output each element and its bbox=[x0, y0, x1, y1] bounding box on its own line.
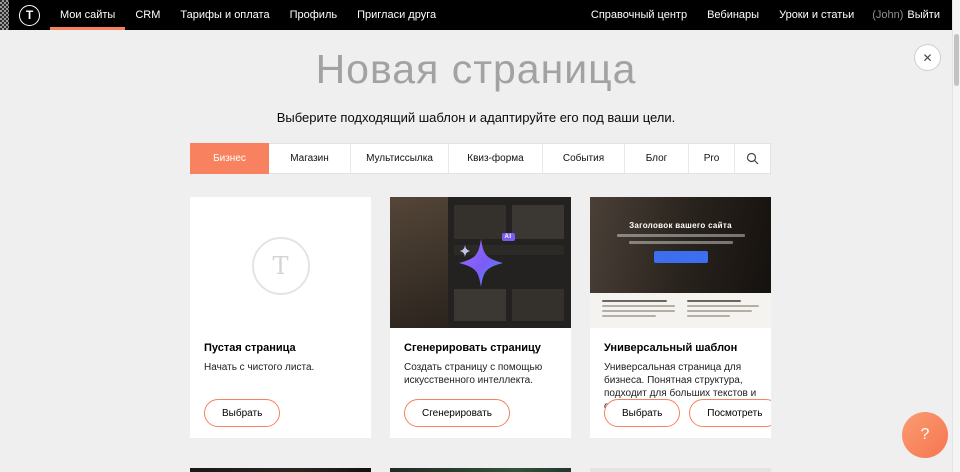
tab-blog[interactable]: Блог bbox=[625, 144, 689, 173]
select-blank-button[interactable]: Выбрать bbox=[204, 399, 280, 427]
scrollbar[interactable] bbox=[952, 0, 960, 472]
text-line bbox=[687, 305, 760, 307]
close-icon: ✕ bbox=[922, 51, 932, 65]
tab-pro[interactable]: Pro bbox=[689, 144, 735, 173]
help-button[interactable]: ? bbox=[902, 412, 948, 458]
ai-card-media: AI bbox=[390, 197, 571, 328]
text-line bbox=[602, 310, 675, 312]
nav-item-lessons[interactable]: Уроки и статьи bbox=[769, 0, 864, 30]
preview-image-block bbox=[512, 289, 564, 321]
card-description: Создать страницу с помощью искусственног… bbox=[404, 361, 557, 387]
card-actions: Сгенерировать bbox=[404, 399, 510, 427]
tab-quiz-form[interactable]: Квиз-форма bbox=[449, 144, 543, 173]
question-mark-icon: ? bbox=[921, 426, 930, 444]
tab-business[interactable]: Бизнес bbox=[190, 143, 269, 174]
template-cards-row: T Пустая страница Начать с чистого листа… bbox=[190, 197, 771, 438]
card-actions: Выбрать bbox=[204, 399, 280, 427]
ai-badge: AI bbox=[502, 233, 515, 241]
scrollbar-thumb[interactable] bbox=[954, 34, 959, 86]
card-title: Универсальный шаблон bbox=[604, 342, 757, 354]
topbar-nav-right: Справочный центр Вебинары Уроки и статьи… bbox=[581, 0, 952, 30]
template-category-tabs: Бизнес Магазин Мультиссылка Квиз-форма С… bbox=[190, 143, 771, 174]
text-line bbox=[687, 315, 731, 317]
close-button[interactable]: ✕ bbox=[914, 44, 941, 71]
text-line bbox=[602, 315, 656, 317]
text-line bbox=[687, 300, 741, 302]
nav-item-help-center[interactable]: Справочный центр bbox=[581, 0, 697, 30]
preview-image-block bbox=[454, 289, 506, 321]
nav-item-profile[interactable]: Профиль bbox=[280, 0, 348, 30]
user-box: (John) Выйти bbox=[864, 0, 948, 30]
card-description: Начать с чистого листа. bbox=[204, 361, 357, 374]
card-actions: Выбрать Посмотреть bbox=[604, 399, 771, 427]
nav-item-tariffs[interactable]: Тарифы и оплата bbox=[170, 0, 279, 30]
tilda-logo-letter: T bbox=[26, 8, 33, 22]
page-subtitle: Выберите подходящий шаблон и адаптируйте… bbox=[0, 110, 952, 125]
preview-template-button[interactable]: Посмотреть bbox=[689, 399, 771, 427]
tab-search[interactable] bbox=[735, 144, 770, 173]
template-card-blank: T Пустая страница Начать с чистого листа… bbox=[190, 197, 371, 438]
text-line bbox=[602, 305, 675, 307]
topbar: T Мои сайты CRM Тарифы и оплата Профиль … bbox=[0, 0, 952, 30]
preview-hero: Заголовок вашего сайта bbox=[590, 197, 771, 293]
card-body: Пустая страница Начать с чистого листа. bbox=[190, 328, 371, 374]
tilda-mark-circle: T bbox=[252, 237, 310, 295]
tab-multilink[interactable]: Мультиссылка bbox=[351, 144, 449, 173]
text-line bbox=[617, 234, 745, 237]
text-line bbox=[602, 300, 667, 302]
page-title: Новая страница bbox=[0, 46, 952, 93]
template-card-generate: AI Сгенерировать страницу Создать страни… bbox=[390, 197, 571, 438]
text-line bbox=[629, 241, 733, 244]
search-icon bbox=[746, 152, 759, 165]
select-template-button[interactable]: Выбрать bbox=[604, 399, 680, 427]
corner-texture bbox=[0, 0, 9, 30]
ai-star-icon: AI bbox=[453, 235, 509, 291]
card-title: Пустая страница bbox=[204, 342, 357, 354]
preview-heading: Заголовок вашего сайта bbox=[590, 197, 771, 230]
tab-events[interactable]: События bbox=[543, 144, 625, 173]
tab-shop[interactable]: Магазин bbox=[269, 144, 351, 173]
card-body: Сгенерировать страницу Создать страницу … bbox=[390, 328, 571, 387]
blank-card-media: T bbox=[190, 197, 371, 328]
nav-item-invite-friend[interactable]: Пригласи друга bbox=[347, 0, 446, 30]
topbar-nav-left: Мои сайты CRM Тарифы и оплата Профиль Пр… bbox=[50, 0, 446, 30]
card-title: Сгенерировать страницу bbox=[404, 342, 557, 354]
nav-item-webinars[interactable]: Вебинары bbox=[697, 0, 769, 30]
preview-image-block bbox=[512, 205, 564, 239]
text-line bbox=[687, 310, 752, 312]
template-card-universal: Заголовок вашего сайта bbox=[590, 197, 771, 438]
generate-button[interactable]: Сгенерировать bbox=[404, 399, 510, 427]
nav-item-crm[interactable]: CRM bbox=[125, 0, 170, 30]
user-name: (John) bbox=[872, 9, 903, 21]
preview-text-column bbox=[687, 300, 760, 321]
nav-item-my-sites[interactable]: Мои сайты bbox=[50, 0, 125, 30]
template-card-partial[interactable] bbox=[390, 468, 571, 472]
preview-text-section bbox=[590, 293, 771, 328]
logout-link[interactable]: Выйти bbox=[907, 9, 940, 21]
preview-cta-button bbox=[654, 251, 708, 263]
template-card-partial[interactable] bbox=[590, 468, 771, 472]
template-cards-row-partial bbox=[190, 468, 771, 472]
tilda-logo[interactable]: T bbox=[19, 5, 40, 26]
tilda-mark-icon: T bbox=[272, 252, 288, 280]
preview-text-column bbox=[602, 300, 675, 321]
template-card-partial[interactable] bbox=[190, 468, 371, 472]
template-card-media: Заголовок вашего сайта bbox=[590, 197, 771, 328]
preview-image-block bbox=[390, 197, 448, 328]
